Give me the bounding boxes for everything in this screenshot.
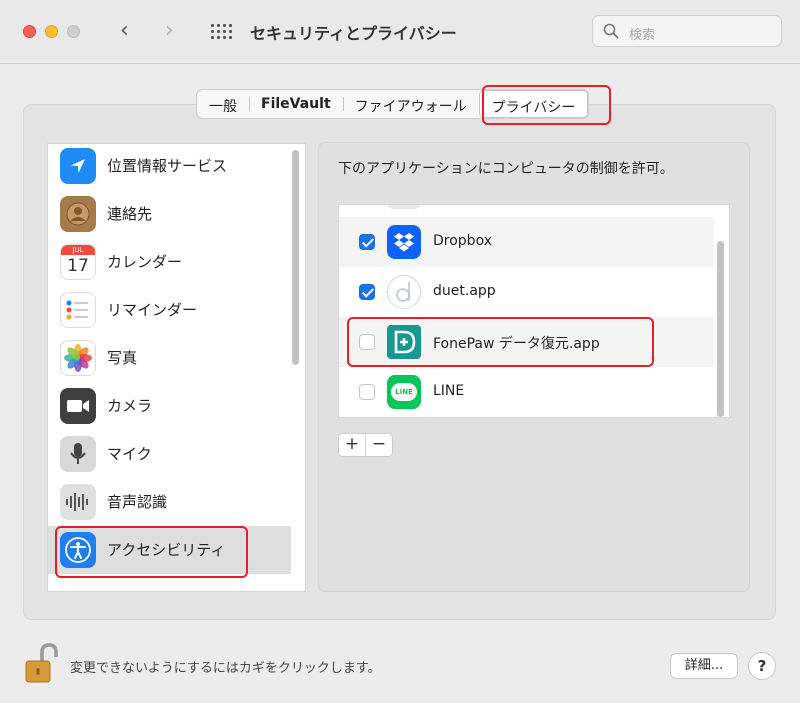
contacts-icon [60, 196, 96, 232]
dropbox-icon [387, 225, 421, 259]
sidebar-item-label: カメラ [107, 397, 153, 415]
permission-description: 下のアプリケーションにコンピュータの制御を許可。 [338, 161, 674, 177]
forward-arrow-icon[interactable]: › [165, 19, 174, 43]
dropbox-checkbox[interactable] [359, 234, 375, 250]
reminders-icon [60, 292, 96, 328]
sidebar-item-reminders[interactable]: リマインダー [48, 286, 291, 334]
advanced-button[interactable]: 詳細... [670, 653, 738, 679]
sidebar-item-contacts[interactable]: 連絡先 [48, 190, 291, 238]
sidebar-item-label: 連絡先 [107, 205, 153, 223]
location-arrow-icon [60, 148, 96, 184]
tab-filevault[interactable]: FileVault [249, 90, 343, 118]
lock-hint-text: 変更できないようにするにはカギをクリックします。 [70, 661, 381, 676]
sidebar-item-camera[interactable]: カメラ [48, 382, 291, 430]
fonepaw-row-highlight [347, 317, 654, 367]
sidebar-item-label: 音声認識 [107, 493, 168, 511]
accessibility-item-highlight [55, 526, 248, 578]
search-icon [603, 23, 619, 39]
search-placeholder: 検索 [629, 28, 656, 43]
sidebar-item-label: カレンダー [107, 253, 183, 271]
close-window-button[interactable] [23, 25, 36, 38]
app-list[interactable]: Dropbox duet.app FonePaw データ復元.app LINE … [338, 204, 730, 418]
calendar-month-label: JUL [61, 245, 95, 255]
search-input[interactable]: 検索 [592, 15, 782, 47]
back-arrow-icon[interactable]: ‹ [120, 19, 129, 43]
sidebar-item-label: 位置情報サービス [107, 157, 228, 175]
line-checkbox[interactable] [359, 384, 375, 400]
app-label: LINE [433, 383, 465, 399]
partial-app-icon [387, 205, 421, 209]
help-button[interactable]: ? [748, 652, 776, 680]
calendar-icon: JUL 17 [60, 244, 96, 280]
tab-general[interactable]: 一般 [197, 90, 249, 118]
sidebar-item-microphone[interactable]: マイク [48, 430, 291, 478]
zoom-window-button[interactable] [67, 25, 80, 38]
tab-firewall[interactable]: ファイアウォール [342, 90, 479, 118]
sidebar-item-label: マイク [107, 445, 152, 463]
calendar-day-label: 17 [67, 256, 89, 276]
sidebar-item-label: リマインダー [107, 301, 198, 319]
duet-checkbox[interactable] [359, 284, 375, 300]
sidebar-item-label: 写真 [107, 349, 138, 367]
sidebar-item-speech-recognition[interactable]: 音声認識 [48, 478, 291, 526]
app-row-line[interactable]: LINE LINE [339, 367, 714, 417]
title-bar: ‹ › セキュリティとプライバシー 検索 [0, 0, 800, 64]
privacy-category-list[interactable]: 位置情報サービス 連絡先 JUL 17 カレンダー リマインダー 写真 カメラ … [47, 143, 306, 592]
line-logo-text: LINE [391, 383, 417, 401]
unlocked-lock-icon[interactable] [24, 642, 60, 684]
window-title: セキュリティとプライバシー [250, 24, 457, 43]
sidebar-item-calendar[interactable]: JUL 17 カレンダー [48, 238, 291, 286]
speech-recognition-icon [60, 484, 96, 520]
photos-icon [60, 340, 96, 376]
app-list-scrollbar[interactable] [717, 241, 724, 417]
sidebar-scrollbar[interactable] [292, 150, 299, 365]
remove-app-button[interactable]: − [365, 434, 392, 456]
sidebar-item-location[interactable]: 位置情報サービス [48, 144, 291, 190]
app-label: duet.app [433, 283, 496, 299]
camera-icon [60, 388, 96, 424]
add-remove-control: + − [338, 433, 393, 457]
sidebar-item-photos[interactable]: 写真 [48, 334, 291, 382]
show-all-grid-icon[interactable] [211, 24, 232, 40]
app-row-duet[interactable]: duet.app [339, 267, 714, 317]
privacy-tab-highlight [482, 85, 611, 125]
duet-icon [387, 275, 421, 309]
line-icon: LINE [387, 375, 421, 409]
add-app-button[interactable]: + [339, 434, 365, 456]
app-row-dropbox[interactable]: Dropbox [339, 217, 714, 267]
microphone-icon [60, 436, 96, 472]
minimize-window-button[interactable] [45, 25, 58, 38]
app-label: Dropbox [433, 233, 492, 249]
